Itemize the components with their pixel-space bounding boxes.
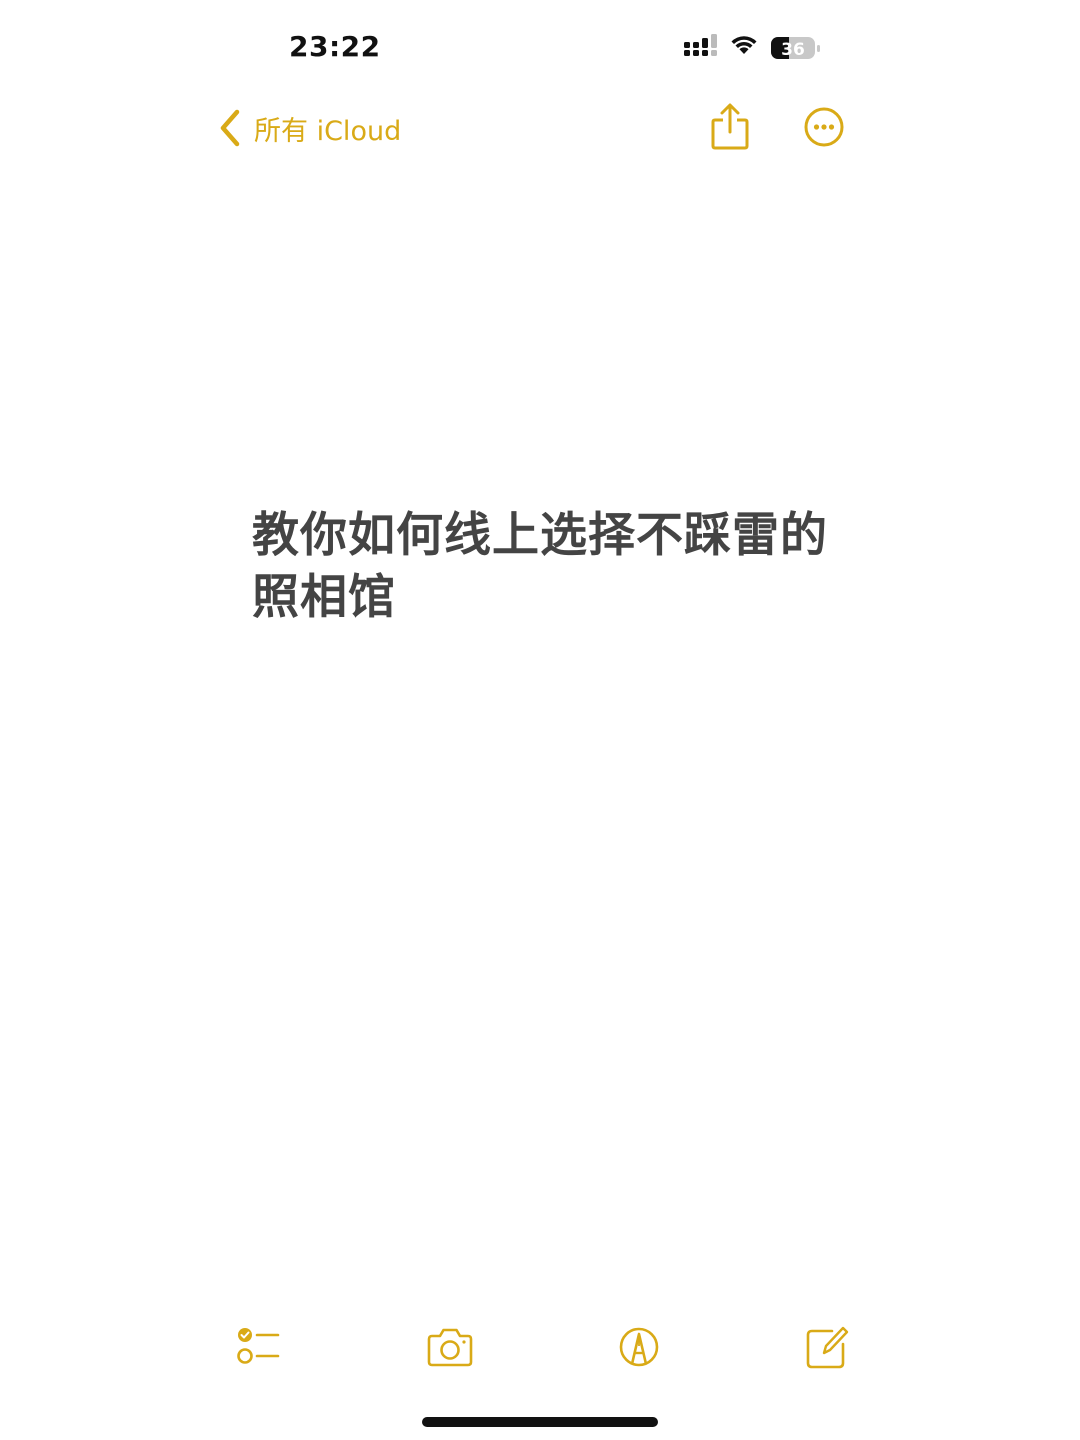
markup-button[interactable] (614, 1324, 664, 1370)
compose-button[interactable] (802, 1324, 852, 1370)
nav-bar: 所有 iCloud (0, 96, 1080, 160)
cellular-signal-icon (684, 34, 717, 56)
status-time: 23:22 (289, 30, 381, 63)
wifi-icon (731, 36, 757, 54)
share-icon (711, 103, 749, 150)
status-bar: 23:22 36 (0, 0, 1080, 96)
back-button[interactable]: 所有 iCloud (218, 106, 401, 150)
home-indicator (422, 1417, 658, 1427)
battery-icon: 36 (771, 37, 820, 60)
bottom-toolbar (0, 1310, 1080, 1390)
camera-icon (427, 1328, 473, 1367)
markup-pen-icon (619, 1327, 659, 1367)
back-label: 所有 iCloud (254, 115, 402, 147)
battery-level: 36 (781, 40, 805, 60)
camera-button[interactable] (425, 1324, 475, 1370)
checklist-button[interactable] (234, 1324, 284, 1370)
more-button[interactable] (803, 106, 845, 148)
share-button[interactable] (709, 102, 751, 152)
note-content[interactable]: 教你如何线上选择不踩雷的照相馆 (252, 505, 852, 629)
note-title[interactable]: 教你如何线上选择不踩雷的照相馆 (252, 505, 852, 629)
chevron-left-icon (220, 109, 240, 147)
status-icons: 36 (684, 34, 820, 60)
checklist-icon (237, 1328, 280, 1364)
compose-icon (806, 1326, 849, 1369)
ellipsis-circle-icon (804, 107, 844, 147)
